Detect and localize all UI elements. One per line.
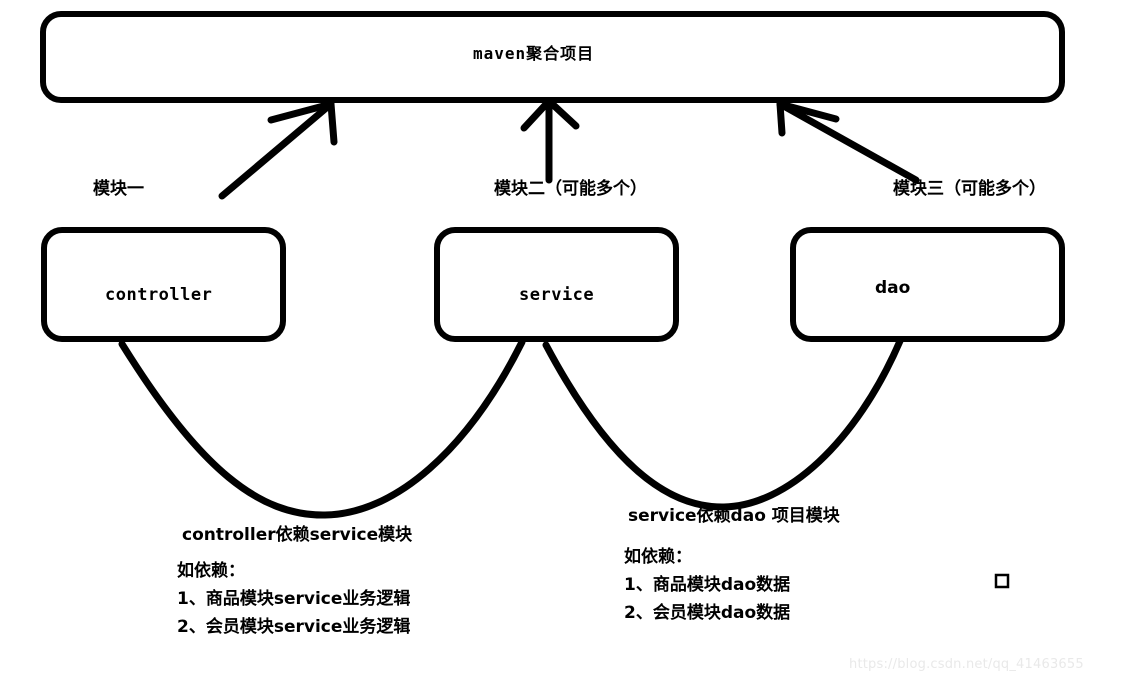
note-title-service-dao: service依赖dao 项目模块 [628,506,840,526]
root-box-label: maven聚合项目 [473,44,595,63]
note-item-controller-service-2: 2、会员模块service业务逻辑 [177,617,411,637]
note-title-controller-service: controller依赖service模块 [182,525,413,545]
diagram-graphics [40,11,1065,589]
note-item-service-dao-1: 1、商品模块dao数据 [624,575,791,595]
module-box-label-dao: dao [875,278,911,298]
module-box-dao-shape [790,227,1065,342]
note-item-service-dao-2: 2、会员模块dao数据 [624,603,791,623]
note-item-controller-service-1: 1、商品模块service业务逻辑 [177,589,411,609]
arrow-module-one [218,100,338,200]
diagram-canvas: maven聚合项目 模块一 模块二（可能多个） 模块三（可能多个） contro… [0,0,1128,683]
dependency-curve-controller-service [118,338,526,519]
connector-label-module-two: 模块二（可能多个） [494,179,647,199]
note-head-controller-service: 如依赖： [177,561,245,581]
arrow-module-two [520,97,580,184]
connector-label-module-three: 模块三（可能多个） [893,179,1046,199]
dependency-curve-service-dao [542,337,904,511]
arrow-module-three [776,100,920,184]
note-head-service-dao: 如依赖： [624,547,692,567]
connector-label-module-one: 模块一 [93,179,144,199]
module-box-label-service: service [519,285,595,305]
module-box-label-controller: controller [105,285,213,305]
watermark-text: https://blog.csdn.net/qq_41463655 [849,657,1084,672]
small-square-marker [994,573,1010,589]
